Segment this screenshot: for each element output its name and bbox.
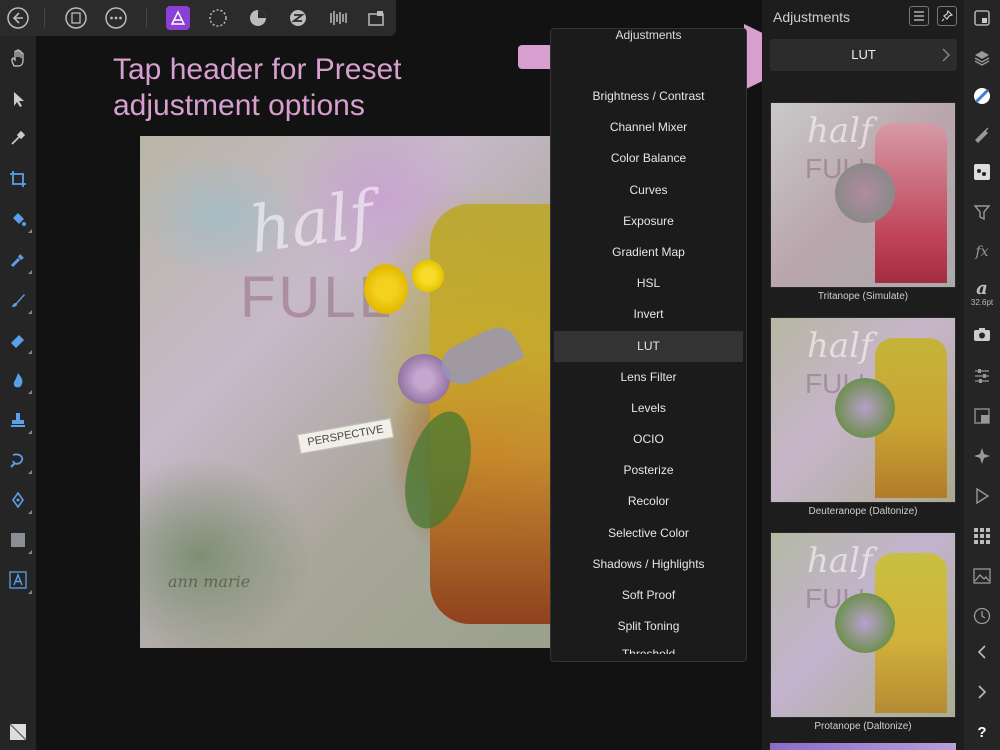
preset-thumbnail: half FULL	[770, 317, 956, 503]
dropdown-header: Adjustments	[615, 29, 682, 42]
dropdown-item-color-balance[interactable]: Color Balance	[551, 143, 746, 174]
develop-persona-icon[interactable]	[246, 6, 270, 30]
color-picker-icon[interactable]	[6, 126, 30, 150]
paint-brush-icon[interactable]	[6, 288, 32, 314]
more-icon[interactable]	[104, 6, 128, 30]
dropdown-item-curves[interactable]: Curves	[551, 175, 746, 206]
adjustment-header-button[interactable]: LUT	[770, 39, 957, 71]
color-swatch-icon[interactable]	[6, 720, 30, 744]
font-size-readout: 32.6pt	[970, 298, 994, 307]
dropdown-item-posterize[interactable]: Posterize	[551, 455, 746, 486]
back-icon[interactable]	[6, 6, 30, 30]
dropdown-item-lens-filter[interactable]: Lens Filter	[551, 362, 746, 393]
dropdown-item-gradient-map[interactable]: Gradient Map	[551, 237, 746, 268]
preset-deuteranope[interactable]: half FULL Deuteranope (Daltonize)	[770, 317, 956, 517]
clone-stamp-icon[interactable]	[6, 408, 32, 434]
canvas-signature: ann marie	[168, 572, 251, 591]
adjustments-dropdown: Adjustments Brightness / Contrast Channe…	[550, 28, 747, 662]
history-icon[interactable]	[970, 604, 994, 628]
dropdown-item-channel-mixer[interactable]: Channel Mixer	[551, 112, 746, 143]
macro-play-icon[interactable]	[970, 484, 994, 508]
preset-caption: Protanope (Daltonize)	[814, 721, 912, 732]
move-tool-icon[interactable]	[6, 87, 30, 111]
dropdown-item-selective-color[interactable]: Selective Color	[551, 518, 746, 549]
dropdown-item-shadows-highlights[interactable]: Shadows / Highlights	[551, 549, 746, 580]
filter-icon[interactable]	[970, 200, 994, 224]
effects-icon[interactable]: fx	[970, 240, 994, 264]
dropdown-item-invert[interactable]: Invert	[551, 299, 746, 330]
chevron-right-icon	[941, 47, 951, 68]
canvas-flower-yellow	[364, 264, 408, 314]
character-icon[interactable]: a	[970, 276, 994, 300]
transform-icon[interactable]	[970, 404, 994, 428]
dropdown-item-brightness-contrast[interactable]: Brightness / Contrast	[551, 81, 746, 112]
document-canvas[interactable]: half FULL PERSPECTIVE ann marie	[140, 136, 550, 648]
tone-mapping-persona-icon[interactable]	[286, 6, 310, 30]
selection-brush-icon[interactable]	[6, 248, 32, 274]
tools-panel	[0, 36, 36, 750]
crop-tool-icon[interactable]	[6, 167, 30, 191]
dropdown-item-soft-proof[interactable]: Soft Proof	[551, 580, 746, 611]
preset-caption: Deuteranope (Daltonize)	[808, 506, 918, 517]
adjustments-icon[interactable]	[970, 84, 994, 108]
liquify-persona-icon[interactable]	[206, 6, 230, 30]
tutorial-annotation: Tap header for Preset adjustment options	[113, 52, 533, 124]
dropdown-item-exposure[interactable]: Exposure	[551, 206, 746, 237]
adjustment-header-label: LUT	[851, 47, 876, 62]
pen-tool-icon[interactable]	[6, 488, 32, 514]
dropdown-item-levels[interactable]: Levels	[551, 393, 746, 424]
hand-tool-icon[interactable]	[6, 46, 30, 70]
dodge-burn-icon[interactable]	[6, 368, 32, 394]
preset-protanope[interactable]: half FULL Protanope (Daltonize)	[770, 532, 956, 732]
dropdown-item-split-toning[interactable]: Split Toning	[551, 611, 746, 642]
navigator-icon[interactable]	[970, 6, 994, 30]
export-persona-icon[interactable]	[326, 6, 350, 30]
dropdown-item-ocio[interactable]: OCIO	[551, 424, 746, 455]
panel-title: Adjustments	[773, 9, 851, 25]
flood-fill-icon[interactable]	[6, 207, 32, 233]
brushes-icon[interactable]	[970, 122, 994, 146]
dropdown-item-threshold[interactable]: Threshold	[551, 642, 746, 654]
swatches-grid-icon[interactable]	[970, 524, 994, 548]
preset-thumbnail: half FULL	[770, 102, 956, 288]
snapping-icon[interactable]	[970, 444, 994, 468]
studio-bar: fx a 32.6pt ?	[964, 0, 1000, 750]
image-icon[interactable]	[970, 564, 994, 588]
text-tool-icon[interactable]	[6, 568, 32, 594]
help-icon[interactable]: ?	[970, 720, 994, 744]
preset-tritanope[interactable]: half FULL Tritanope (Simulate)	[770, 102, 956, 302]
dropdown-item-lut[interactable]: LUT	[554, 330, 743, 362]
channels-icon[interactable]	[970, 160, 994, 184]
canvas-tag-perspective: PERSPECTIVE	[296, 417, 395, 455]
layers-icon[interactable]	[970, 46, 994, 70]
annotation-line-1: Tap header for Preset	[113, 53, 402, 86]
preset-thumbnail: half FULL	[770, 532, 956, 718]
canvas-flower-yellow-small	[412, 260, 444, 292]
dropdown-item-hsl[interactable]: HSL	[551, 268, 746, 299]
adjustments-panel: Adjustments LUT half FULL Tritanope (Sim…	[762, 0, 964, 750]
eraser-icon[interactable]	[6, 328, 32, 354]
camera-icon[interactable]	[970, 322, 994, 346]
photo-persona-icon[interactable]	[166, 6, 190, 30]
pin-icon[interactable]	[937, 6, 957, 26]
undo-chevron-icon[interactable]	[970, 640, 994, 664]
sliders-icon[interactable]	[970, 364, 994, 388]
annotation-line-2: adjustment options	[113, 89, 365, 122]
document-icon[interactable]	[64, 6, 88, 30]
rectangle-tool-icon[interactable]	[6, 528, 32, 554]
dropdown-item-recolor[interactable]: Recolor	[551, 486, 746, 517]
list-view-icon[interactable]	[909, 6, 929, 26]
preset-next-partial	[770, 743, 956, 750]
red-eye-icon[interactable]	[6, 448, 32, 474]
dropdown-list: Brightness / Contrast Channel Mixer Colo…	[551, 81, 746, 654]
top-toolbar	[0, 0, 396, 36]
redo-chevron-icon[interactable]	[970, 680, 994, 704]
preset-caption: Tritanope (Simulate)	[817, 291, 909, 302]
canvas-text-half: half	[245, 177, 379, 269]
grid-view-icon[interactable]	[364, 6, 388, 30]
